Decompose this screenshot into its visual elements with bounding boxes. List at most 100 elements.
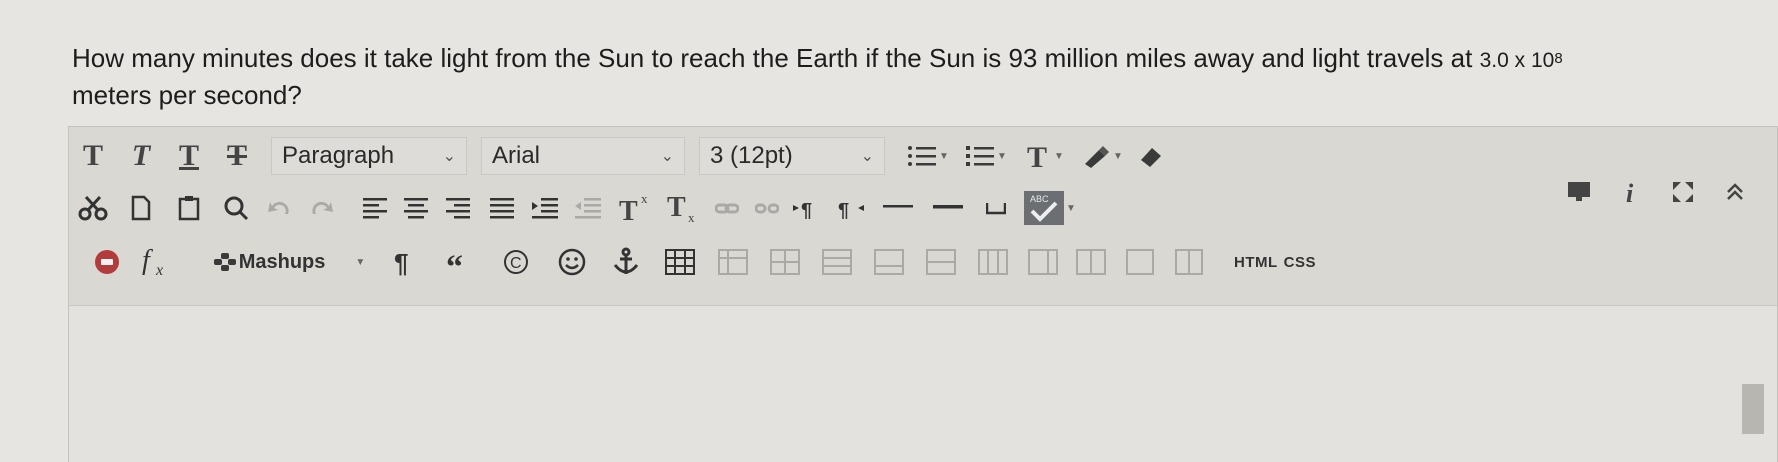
info-icon: i	[1626, 180, 1634, 204]
chevron-down-icon: ⌄	[442, 148, 456, 165]
insert-link-button[interactable]	[707, 190, 747, 226]
italic-button[interactable]: T	[117, 138, 165, 174]
outdent-button[interactable]	[565, 190, 611, 226]
scrollbar-thumb[interactable]	[1742, 384, 1764, 434]
table-icon	[665, 249, 695, 275]
insert-column-before-button[interactable]	[967, 244, 1019, 280]
undo-button[interactable]	[259, 190, 299, 226]
unlink-icon	[755, 203, 779, 214]
merge-cells-button[interactable]	[1165, 244, 1213, 280]
text-color-icon: T	[1027, 142, 1047, 170]
rich-text-editor: T T T T Paragraph ⌄ Arial ⌄ 3 (12pt) ⌄ ▼…	[68, 126, 1778, 462]
svg-text:T: T	[667, 192, 686, 223]
eraser-button[interactable]	[1131, 138, 1171, 174]
dash-icon	[933, 205, 963, 209]
cut-button[interactable]	[69, 190, 117, 226]
svg-text:¶: ¶	[394, 248, 408, 276]
dropdown-arrow-icon: ▼	[1066, 202, 1076, 214]
outdent-icon	[575, 198, 601, 219]
em-dash-button[interactable]	[923, 190, 973, 226]
text-color-button[interactable]: T ▼	[1015, 138, 1073, 174]
paragraph-mark-button[interactable]: ¶	[379, 244, 429, 280]
delete-column-icon	[1076, 249, 1106, 275]
record-button[interactable]	[83, 244, 131, 280]
dropdown-arrow-icon: ▼	[355, 256, 366, 268]
bullet-list-icon	[908, 146, 937, 166]
info-button[interactable]: i	[1614, 174, 1648, 210]
delete-row-button[interactable]	[915, 244, 967, 280]
anchor-button[interactable]	[599, 244, 653, 280]
underline-button[interactable]: T	[165, 138, 213, 174]
nonbreaking-space-button[interactable]	[973, 190, 1019, 226]
align-center-button[interactable]	[395, 190, 437, 226]
html-css-button[interactable]: HTML CSS	[1225, 244, 1325, 280]
bold-button[interactable]: T	[69, 138, 117, 174]
ltr-icon: ¶	[793, 200, 812, 219]
spellcheck-button[interactable]: ABC ▼	[1019, 190, 1081, 226]
insert-column-after-button[interactable]	[1019, 244, 1067, 280]
emoticon-button[interactable]	[545, 244, 599, 280]
insert-column-after-icon	[1028, 249, 1058, 275]
collapse-toolbar-button[interactable]	[1718, 174, 1752, 210]
function-icon: fx	[142, 247, 163, 277]
align-left-button[interactable]	[355, 190, 395, 226]
table-properties-button[interactable]	[707, 244, 759, 280]
preview-button[interactable]	[1562, 174, 1596, 210]
highlight-button[interactable]: ▼	[1073, 138, 1131, 174]
superscript-button[interactable]: Tx	[611, 190, 661, 226]
toolbar-row-3: fx Mashups ▼ ¶ “ C HTML CSS	[69, 237, 1777, 287]
svg-text:x: x	[641, 193, 648, 206]
editor-right-tools: i	[1562, 174, 1752, 210]
eraser-icon	[1141, 148, 1161, 167]
split-cells-button[interactable]	[1115, 244, 1165, 280]
indent-button[interactable]	[525, 190, 565, 226]
editor-content-area[interactable]	[69, 305, 1777, 462]
scissors-icon	[78, 195, 108, 221]
bullet-list-button[interactable]: ▼	[899, 138, 957, 174]
paragraph-select[interactable]: Paragraph ⌄	[271, 137, 467, 175]
rtl-icon: ¶	[838, 200, 864, 219]
svg-text:T: T	[619, 196, 638, 223]
font-select-value: Arial	[492, 142, 541, 169]
numbered-list-button[interactable]: ▼	[957, 138, 1015, 174]
mashups-menu[interactable]: Mashups ▼	[199, 244, 379, 280]
svg-text:i: i	[1626, 180, 1634, 204]
css-label: CSS	[1283, 253, 1316, 271]
svg-text:¶: ¶	[801, 200, 812, 219]
font-size-select[interactable]: 3 (12pt) ⌄	[699, 137, 885, 175]
copy-button[interactable]	[117, 190, 165, 226]
redo-button[interactable]	[299, 190, 345, 226]
align-left-icon	[363, 198, 387, 219]
ltr-button[interactable]: ¶	[787, 190, 827, 226]
find-button[interactable]	[213, 190, 259, 226]
indent-icon	[532, 198, 558, 219]
align-justify-button[interactable]	[479, 190, 525, 226]
font-select[interactable]: Arial ⌄	[481, 137, 685, 175]
split-cells-icon	[1126, 249, 1154, 275]
horizontal-rule-button[interactable]	[873, 190, 923, 226]
space-icon	[986, 203, 1006, 215]
svg-text:T: T	[1027, 142, 1047, 170]
blockquote-button[interactable]: “	[429, 244, 487, 280]
insert-row-after-button[interactable]	[863, 244, 915, 280]
copyright-button[interactable]: C	[487, 244, 545, 280]
remove-link-button[interactable]	[747, 190, 787, 226]
copy-icon	[131, 195, 151, 221]
subscript-button[interactable]: Tx	[661, 190, 707, 226]
table-properties-icon	[718, 249, 748, 275]
dropdown-arrow-icon: ▼	[1113, 150, 1123, 162]
insert-row-before-button[interactable]	[811, 244, 863, 280]
fullscreen-button[interactable]	[1666, 174, 1700, 210]
redo-icon	[312, 201, 333, 214]
strikethrough-button[interactable]: T	[213, 138, 261, 174]
rtl-button[interactable]: ¶	[827, 190, 873, 226]
insert-table-button[interactable]	[653, 244, 707, 280]
cell-properties-button[interactable]	[759, 244, 811, 280]
svg-text:C: C	[510, 255, 522, 272]
delete-column-button[interactable]	[1067, 244, 1115, 280]
align-right-button[interactable]	[437, 190, 479, 226]
equation-button[interactable]: fx	[131, 244, 189, 280]
smiley-icon	[558, 248, 586, 276]
paste-button[interactable]	[165, 190, 213, 226]
chevron-down-icon: ⌄	[660, 148, 674, 165]
